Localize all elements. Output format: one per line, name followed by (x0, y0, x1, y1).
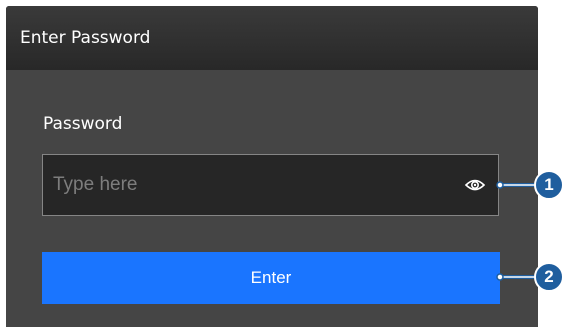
callout-badge-2: 2 (534, 262, 564, 292)
callout-line-2 (496, 273, 536, 281)
callout-lines (496, 181, 536, 281)
screenshot-stage: Enter Password Password Enter 1 2 (0, 0, 568, 327)
callout-badge-1: 1 (534, 170, 564, 200)
callout-line-1 (496, 181, 536, 189)
